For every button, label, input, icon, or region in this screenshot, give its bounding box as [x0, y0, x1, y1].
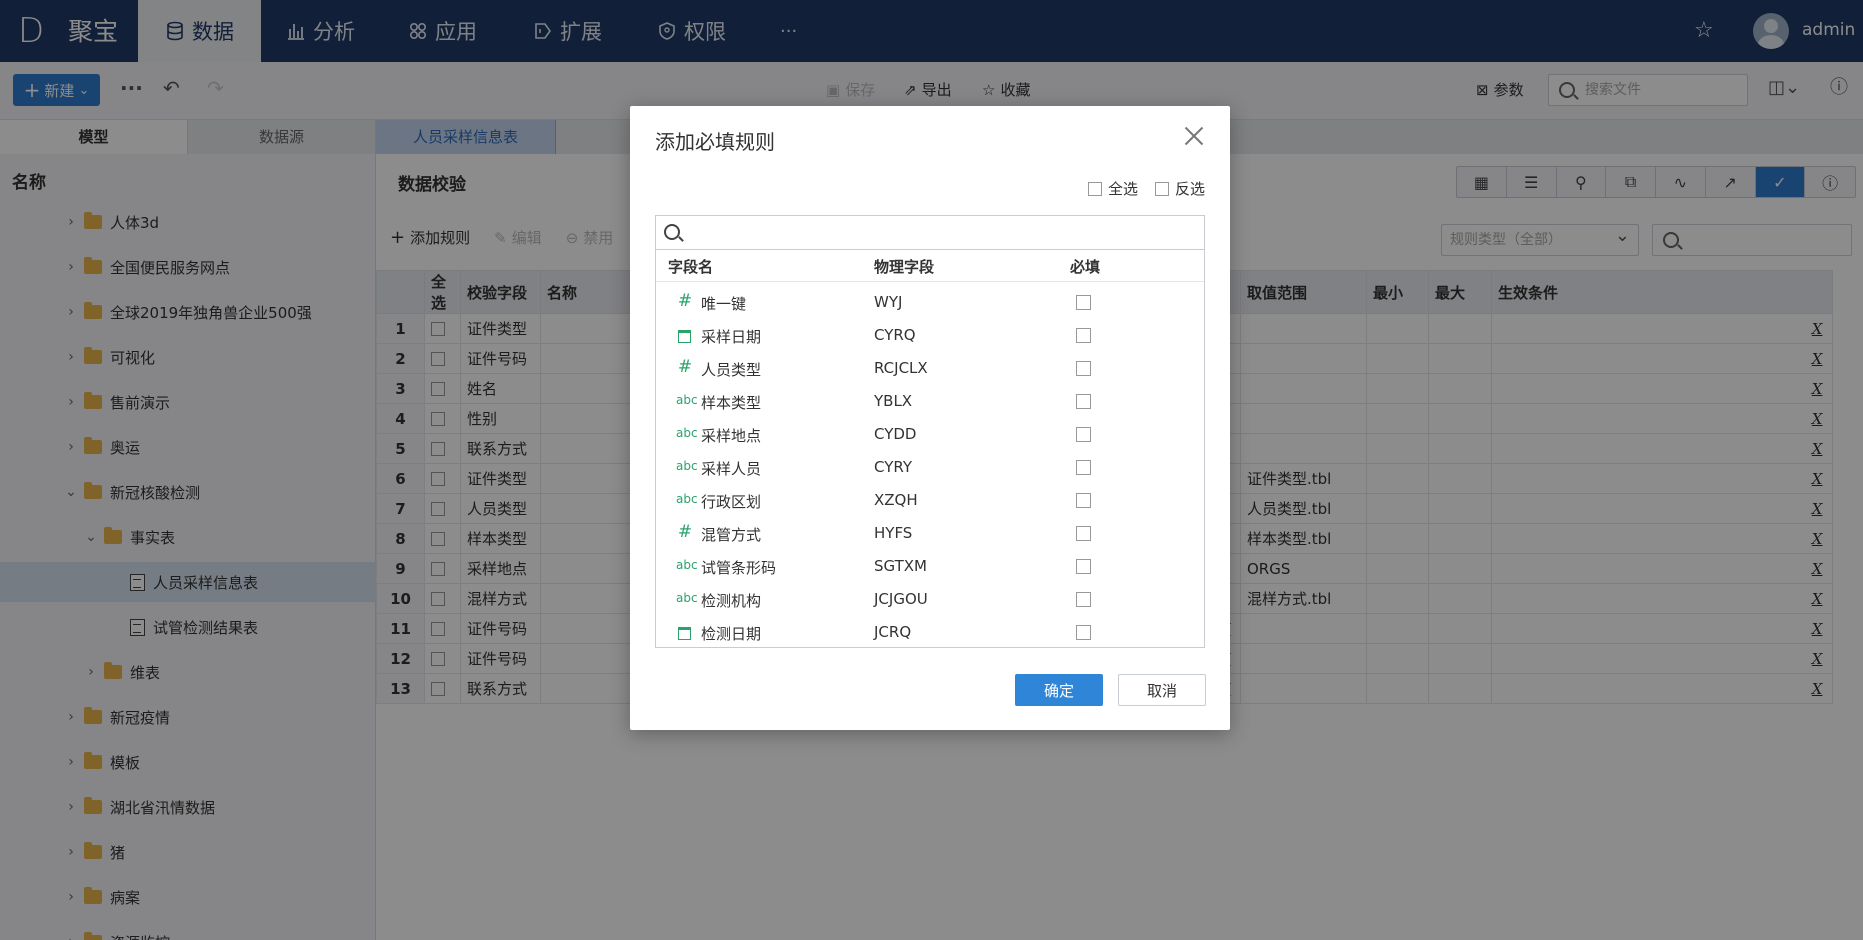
required-checkbox[interactable] [1076, 427, 1091, 442]
cancel-button[interactable]: 取消 [1118, 674, 1206, 706]
physical-field: RCJCLX [874, 359, 928, 377]
number-type-icon: # [677, 291, 693, 311]
text-type-icon: abc [676, 459, 698, 473]
col-field-name: 字段名 [668, 258, 714, 276]
number-type-icon: # [677, 357, 693, 377]
field-row[interactable]: abc 检测机构 JCJGOU [656, 583, 1204, 616]
field-list: 字段名 物理字段 必填 # 唯一键 WYJ 采样日期 CYRQ # 人员类型 RCJCLX ab… [655, 249, 1205, 648]
field-search-input[interactable] [655, 215, 1205, 249]
field-row[interactable]: 采样日期 CYRQ [656, 319, 1204, 352]
field-name: 混管方式 [701, 526, 762, 544]
required-checkbox[interactable] [1076, 493, 1091, 508]
required-checkbox[interactable] [1076, 592, 1091, 607]
dialog-title: 添加必填规则 [655, 130, 775, 154]
field-row[interactable]: abc 样本类型 YBLX [656, 385, 1204, 418]
field-row[interactable]: abc 行政区划 XZQH [656, 484, 1204, 517]
field-name: 检测机构 [701, 592, 762, 610]
field-name: 采样日期 [701, 328, 762, 346]
required-checkbox[interactable] [1076, 361, 1091, 376]
calendar-icon [678, 627, 691, 640]
text-type-icon: abc [676, 591, 698, 605]
required-checkbox[interactable] [1076, 559, 1091, 574]
physical-field: XZQH [874, 491, 918, 509]
text-type-icon: abc [676, 558, 698, 572]
physical-field: CYDD [874, 425, 917, 443]
modal-overlay[interactable]: 添加必填规则 全选 反选 字段名 物理字段 必填 # 唯一键 WYJ 采样日期 CYRQ… [0, 0, 1863, 940]
physical-field: CYRQ [874, 326, 916, 344]
text-type-icon: abc [676, 492, 698, 506]
col-physical-field: 物理字段 [874, 258, 935, 276]
select-all-label: 全选 [1108, 180, 1139, 198]
physical-field: JCRQ [874, 623, 912, 641]
close-icon[interactable] [1182, 124, 1206, 148]
number-type-icon: # [677, 522, 693, 542]
physical-field: YBLX [874, 392, 913, 410]
text-type-icon: abc [676, 393, 698, 407]
required-checkbox[interactable] [1076, 328, 1091, 343]
field-name: 检测日期 [701, 625, 762, 643]
field-row[interactable]: 检测日期 JCRQ [656, 616, 1204, 647]
field-row[interactable]: abc 试管条形码 SGTXM [656, 550, 1204, 583]
invert-checkbox[interactable]: 反选 [1155, 178, 1205, 199]
required-checkbox[interactable] [1076, 625, 1091, 640]
physical-field: CYRY [874, 458, 912, 476]
field-row[interactable]: # 混管方式 HYFS [656, 517, 1204, 550]
physical-field: HYFS [874, 524, 913, 542]
field-list-header: 字段名 物理字段 必填 [656, 250, 1204, 282]
physical-field: WYJ [874, 293, 903, 311]
search-icon [664, 224, 680, 240]
select-all-checkbox[interactable]: 全选 [1088, 178, 1138, 199]
add-required-rule-dialog: 添加必填规则 全选 反选 字段名 物理字段 必填 # 唯一键 WYJ 采样日期 CYRQ… [630, 106, 1230, 730]
field-row[interactable]: # 唯一键 WYJ [656, 286, 1204, 319]
field-row[interactable]: # 人员类型 RCJCLX [656, 352, 1204, 385]
col-required: 必填 [1070, 258, 1101, 276]
physical-field: SGTXM [874, 557, 927, 575]
field-name: 唯一键 [701, 295, 747, 313]
field-row[interactable]: abc 采样人员 CYRY [656, 451, 1204, 484]
physical-field: JCJGOU [874, 590, 928, 608]
calendar-icon [678, 330, 691, 343]
field-name: 人员类型 [701, 361, 762, 379]
invert-label: 反选 [1175, 180, 1206, 198]
confirm-button[interactable]: 确定 [1015, 674, 1103, 706]
checkbox[interactable] [1088, 181, 1102, 196]
field-name: 采样人员 [701, 460, 762, 478]
field-name: 样本类型 [701, 394, 762, 412]
required-checkbox[interactable] [1076, 526, 1091, 541]
field-name: 行政区划 [701, 493, 762, 511]
field-row[interactable]: abc 采样地点 CYDD [656, 418, 1204, 451]
checkbox[interactable] [1155, 181, 1169, 196]
required-checkbox[interactable] [1076, 394, 1091, 409]
field-name: 试管条形码 [701, 559, 777, 577]
required-checkbox[interactable] [1076, 295, 1091, 310]
required-checkbox[interactable] [1076, 460, 1091, 475]
text-type-icon: abc [676, 426, 698, 440]
field-name: 采样地点 [701, 427, 762, 445]
